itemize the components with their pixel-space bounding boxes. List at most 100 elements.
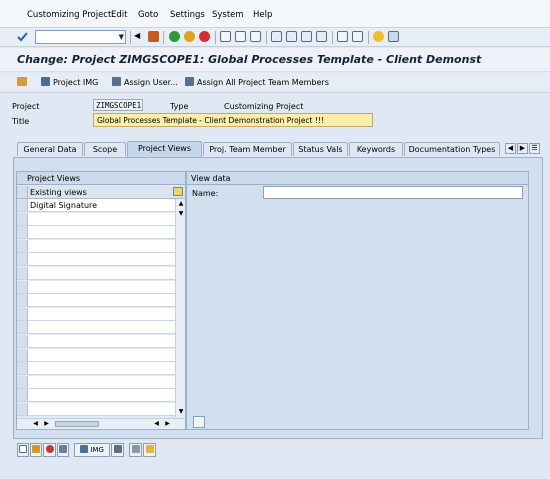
tab-status-vals[interactable]: Status Vals [293,142,348,156]
table-settings-icon[interactable] [173,187,183,196]
print-list-button[interactable] [129,443,142,457]
previous-page-icon[interactable] [286,31,297,42]
row-selector[interactable] [17,199,28,211]
table-row[interactable] [17,335,175,348]
table-row[interactable] [17,226,175,240]
menu-goto[interactable]: Goto [138,10,158,20]
find-next-icon[interactable] [250,31,261,42]
shortcut-icon[interactable] [352,31,363,42]
project-img-button[interactable]: Project IMG [41,77,98,87]
menu-help[interactable]: Help [253,10,272,20]
select-all-cell[interactable] [17,186,28,198]
table-row[interactable] [17,280,175,294]
menu-system[interactable]: System [212,10,244,20]
row-selector[interactable] [17,389,28,402]
table-row[interactable] [17,239,175,253]
scroll-right-end-icon[interactable]: ▶ [163,420,172,427]
edit-view-button[interactable] [30,443,42,457]
exit-icon[interactable] [184,31,195,42]
table-row[interactable] [17,403,175,416]
tab-general-data[interactable]: General Data [17,142,83,156]
menu-customizing-project[interactable]: Customizing Project [27,10,111,20]
horizontal-scrollbar[interactable]: ◀ ▶ ◀ ▶ [17,418,185,429]
table-row[interactable] [17,212,175,226]
next-page-icon[interactable] [301,31,312,42]
vertical-scrollbar[interactable]: ▲ ▼ ▼ [175,199,185,417]
scroll-down-end-icon[interactable]: ▼ [176,407,186,416]
menu-edit[interactable]: Edit [111,10,127,20]
row-selector[interactable] [17,403,28,415]
row-selector[interactable] [17,335,28,347]
print-icon[interactable] [220,31,231,42]
save-view-icon[interactable] [193,416,205,428]
img-button[interactable]: IMG [74,443,110,457]
table-row[interactable] [17,362,175,376]
last-page-icon[interactable] [316,31,327,42]
chevron-down-icon[interactable]: ▼ [119,33,124,41]
table-row[interactable] [17,253,175,267]
scroll-up-icon[interactable]: ▲ [176,199,186,208]
tab-proj-team-member[interactable]: Proj. Team Member [203,142,292,156]
table-row[interactable] [17,389,175,403]
scroll-left-end-icon[interactable]: ◀ [152,420,161,427]
scroll-down-icon[interactable]: ▼ [176,209,186,218]
project-field: ZIMGSCOPE1 [93,99,143,111]
assign-user-label: Assign User... [124,78,178,87]
table-row[interactable]: Digital Signature [17,199,175,212]
cancel-icon[interactable] [199,31,210,42]
assign-user-button[interactable]: Assign User... [112,77,178,87]
copy-view-button[interactable] [43,443,56,457]
existing-views-column[interactable]: Existing views [30,188,87,197]
row-selector[interactable] [17,280,28,293]
row-selector[interactable] [17,362,28,375]
scroll-right-icon[interactable]: ▶ [42,420,51,427]
create-view-button[interactable] [17,443,29,457]
display-change-button[interactable] [17,77,30,87]
find-icon[interactable] [235,31,246,42]
row-selector[interactable] [17,267,28,279]
help-icon[interactable] [373,31,384,42]
row-selector[interactable] [17,239,28,252]
filter-button[interactable] [143,443,156,457]
save-icon[interactable] [148,31,159,42]
table-row[interactable] [17,294,175,308]
tab-scroll-left-icon[interactable]: ◀ [505,143,516,154]
layout-menu-icon[interactable] [388,31,399,42]
tab-keywords[interactable]: Keywords [349,142,403,156]
tab-project-views[interactable]: Project Views [127,141,202,157]
row-selector[interactable] [17,294,28,307]
menu-settings[interactable]: Settings [170,10,205,20]
tab-documentation-types[interactable]: Documentation Types [404,142,500,156]
table-row[interactable] [17,307,175,321]
row-selector[interactable] [17,375,28,388]
arrow-left-icon[interactable]: ◀ [134,31,145,42]
name-label: Name: [192,189,219,198]
table-row[interactable] [17,348,175,362]
first-page-icon[interactable] [271,31,282,42]
table-row[interactable] [17,267,175,280]
assign-all-button[interactable]: Assign All Project Team Members [185,77,329,87]
tab-list-icon[interactable]: ☰ [529,143,540,154]
table-row[interactable] [17,321,175,335]
title-bar: Change: Project ZIMGSCOPE1: Global Proce… [0,48,550,72]
row-selector[interactable] [17,307,28,320]
title-field[interactable]: Global Processes Template - Client Demon… [93,113,373,127]
name-input[interactable] [263,186,523,199]
back-icon[interactable] [169,31,180,42]
tab-scope[interactable]: Scope [84,142,126,156]
row-selector[interactable] [17,348,28,361]
command-field[interactable]: ▼ [35,30,126,44]
assign-button[interactable] [111,443,124,457]
table-row[interactable] [17,375,175,389]
delete-view-button[interactable] [57,443,69,457]
enter-check-icon[interactable] [17,31,28,42]
project-views-header: Project Views [17,172,185,185]
row-selector[interactable] [17,321,28,334]
row-selector[interactable] [17,212,28,225]
row-selector[interactable] [17,253,28,266]
tab-scroll-right-icon[interactable]: ▶ [517,143,528,154]
scroll-thumb[interactable] [55,421,99,427]
row-selector[interactable] [17,226,28,239]
new-session-icon[interactable] [337,31,348,42]
scroll-left-icon[interactable]: ◀ [31,420,40,427]
